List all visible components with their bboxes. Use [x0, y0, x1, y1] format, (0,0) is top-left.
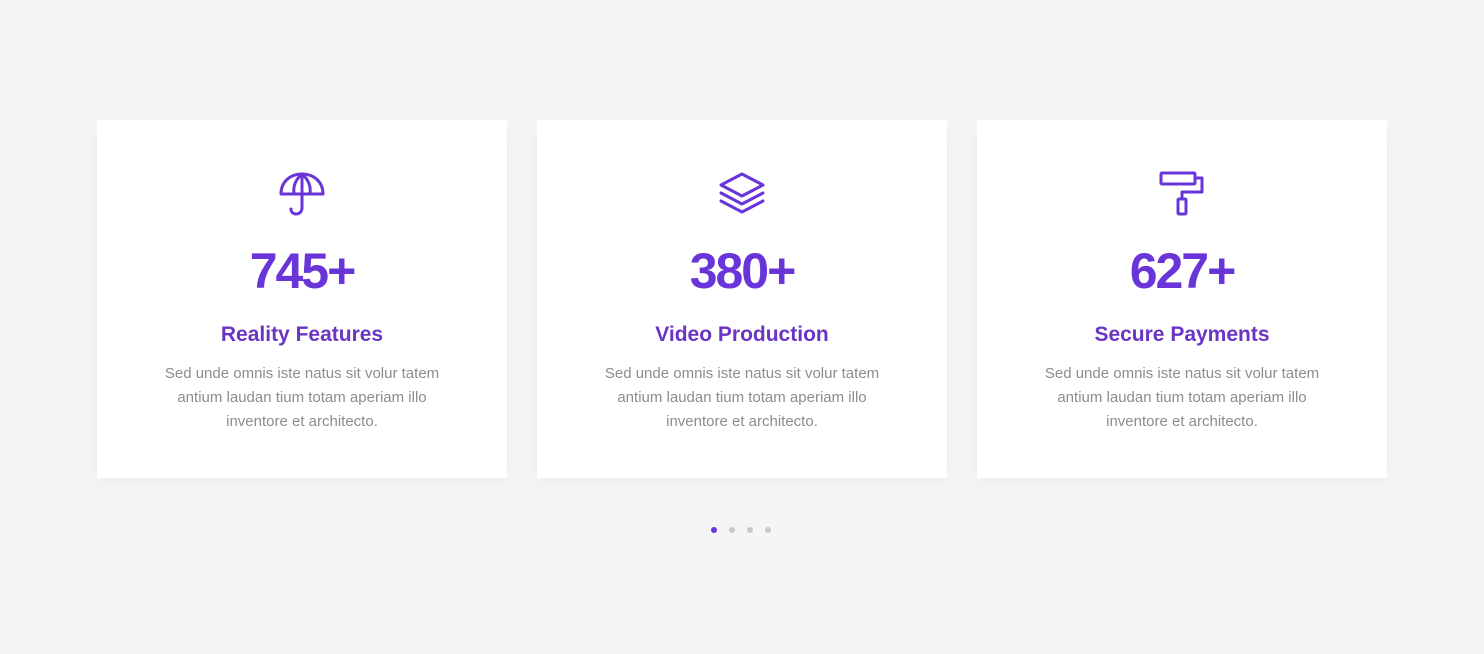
stat-number: 627+ — [1129, 243, 1237, 299]
stat-description: Sed unde omnis iste natus sit volur tate… — [164, 365, 440, 430]
pagination-dot-3[interactable] — [747, 527, 753, 533]
stat-number: 380+ — [689, 243, 797, 299]
stat-title: Video Production — [655, 323, 829, 346]
stat-number: 745+ — [249, 243, 357, 299]
layers-icon — [716, 168, 768, 220]
stat-card-reality-features: 745+ Reality Features Sed unde omnis ist… — [97, 120, 507, 478]
pagination-dot-2[interactable] — [729, 527, 735, 533]
pagination-dot-4[interactable] — [765, 527, 771, 533]
carousel-pagination — [711, 527, 771, 533]
paint-roller-icon — [1156, 168, 1208, 220]
pagination-dot-1[interactable] — [711, 527, 717, 533]
stat-title: Reality Features — [220, 323, 384, 346]
umbrella-icon — [276, 168, 328, 220]
stat-title: Secure Payments — [1094, 323, 1270, 346]
stat-card-secure-payments: 627+ Secure Payments Sed unde omnis iste… — [977, 120, 1387, 478]
stat-description: Sed unde omnis iste natus sit volur tate… — [1044, 365, 1320, 430]
stat-card-video-production: 380+ Video Production Sed unde omnis ist… — [537, 120, 947, 478]
stat-description: Sed unde omnis iste natus sit volur tate… — [604, 365, 880, 430]
stats-cards: 745+ Reality Features Sed unde omnis ist… — [97, 120, 1387, 478]
